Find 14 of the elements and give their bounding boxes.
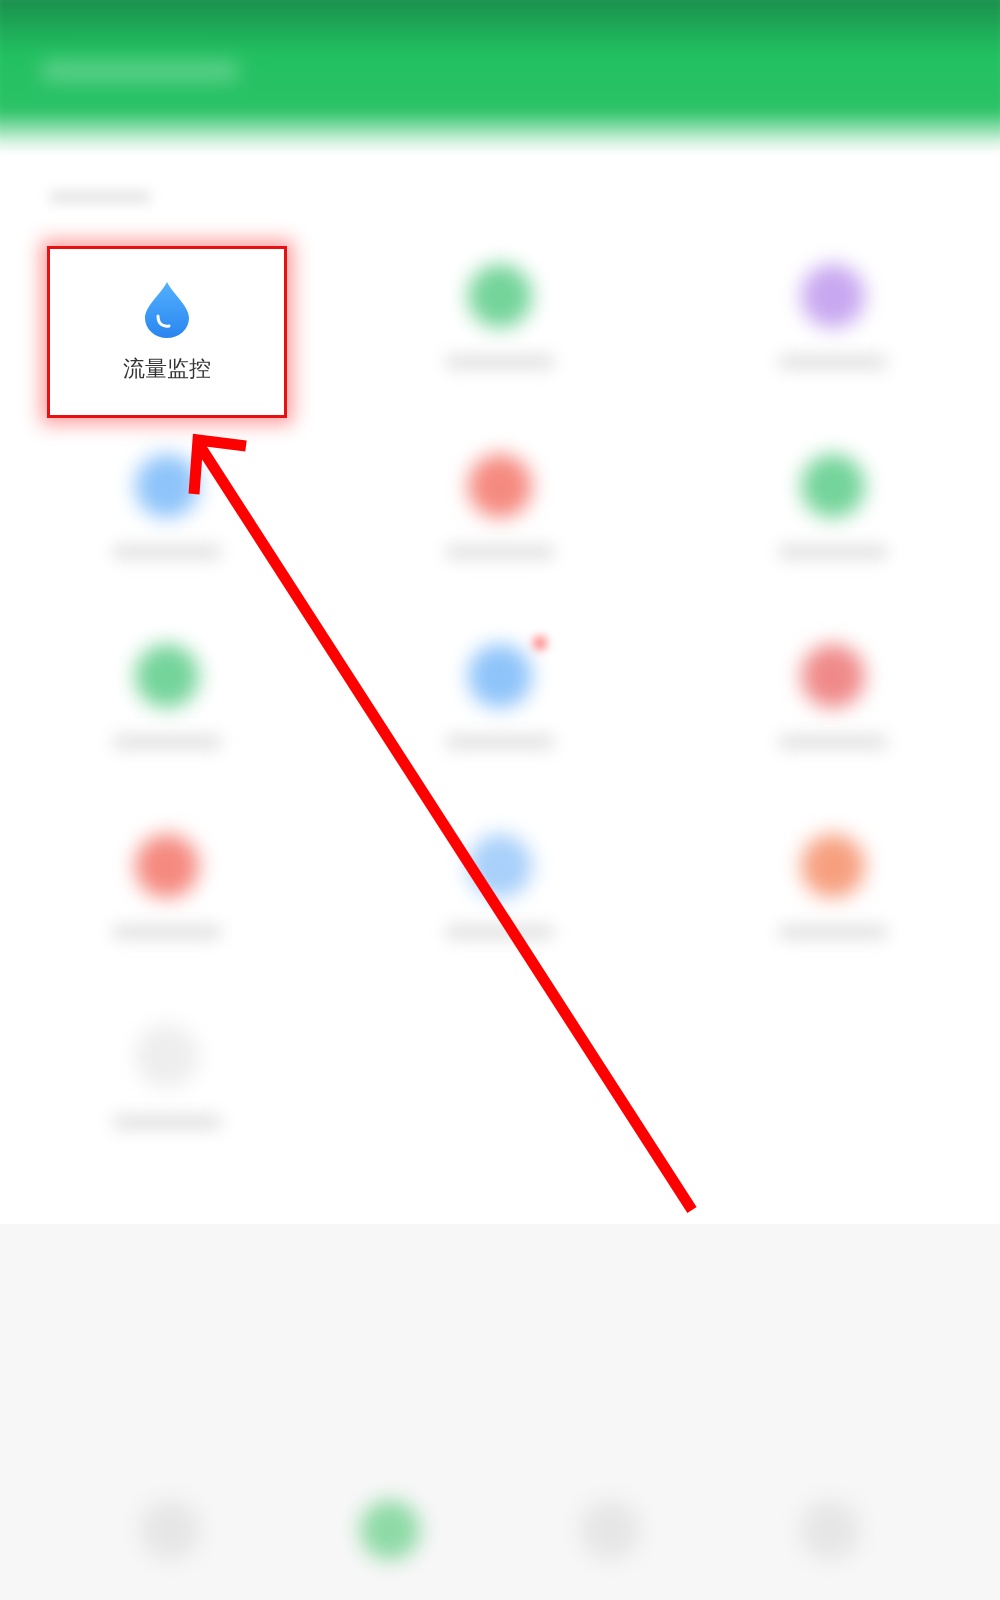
- blurred-icon[interactable]: [800, 264, 865, 328]
- blurred-icon[interactable]: [800, 454, 865, 518]
- tile-label: 流量监控: [122, 355, 211, 383]
- blurred-icon[interactable]: [134, 454, 199, 518]
- blurred-icon[interactable]: [467, 454, 532, 518]
- blurred-icon[interactable]: [467, 644, 532, 708]
- blurred-nav-icon[interactable]: [360, 1500, 420, 1560]
- blurred-icon[interactable]: [800, 644, 865, 708]
- traffic-monitor-tile[interactable]: 流量监控: [46, 246, 287, 418]
- water-drop-icon: [142, 280, 191, 338]
- blurred-icon[interactable]: [467, 264, 532, 328]
- blurred-icon[interactable]: [800, 834, 865, 898]
- blurred-icon[interactable]: [134, 644, 199, 708]
- blurred-icon[interactable]: [134, 834, 199, 898]
